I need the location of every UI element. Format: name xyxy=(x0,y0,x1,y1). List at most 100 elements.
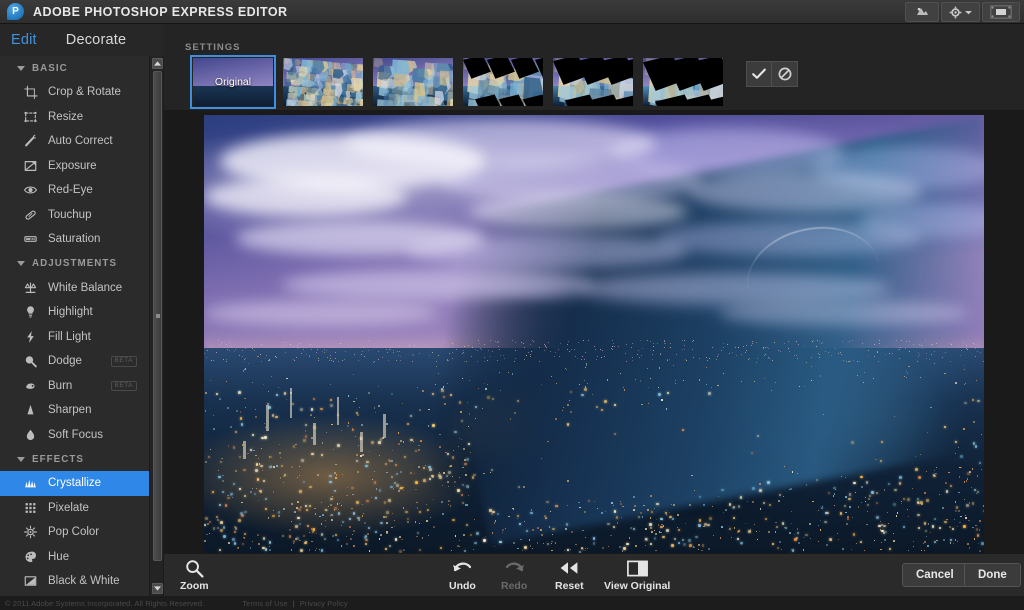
sidebar-item-white-balance[interactable]: White Balance xyxy=(0,276,149,301)
distant-light xyxy=(227,348,228,350)
distant-light xyxy=(669,342,671,344)
sidebar-item-crystallize[interactable]: Crystallize xyxy=(0,471,149,496)
zoom-tool[interactable]: Zoom xyxy=(180,558,209,592)
city-light xyxy=(289,528,292,531)
effect-thumbnail-1[interactable] xyxy=(283,58,363,106)
sidebar-group-label: EFFECTS xyxy=(32,453,84,465)
distant-light xyxy=(491,351,493,352)
distant-light xyxy=(885,345,887,347)
scroll-up-icon[interactable] xyxy=(152,58,163,69)
city-light xyxy=(571,531,573,533)
cancel-button[interactable]: Cancel xyxy=(902,563,968,587)
distant-light xyxy=(867,355,869,357)
burn-icon xyxy=(22,378,39,393)
effect-thumbnail-2[interactable] xyxy=(373,58,453,106)
upload-icon[interactable] xyxy=(905,2,939,22)
city-light xyxy=(826,544,828,547)
city-light xyxy=(337,444,340,447)
view-original-label: View Original xyxy=(604,580,671,592)
sidebar-item-fill-light[interactable]: Fill Light xyxy=(0,325,149,350)
city-light xyxy=(703,503,705,506)
scrollbar-thumb[interactable] xyxy=(153,71,162,561)
sidebar-item-label: Highlight xyxy=(48,306,93,319)
city-light xyxy=(439,446,441,448)
sidebar-item-highlight[interactable]: Highlight xyxy=(0,300,149,325)
distant-light xyxy=(681,349,683,351)
sidebar-item-soft-focus[interactable]: Soft Focus xyxy=(0,423,149,448)
city-light xyxy=(418,449,420,451)
distant-light xyxy=(444,341,445,342)
city-light xyxy=(474,541,477,545)
city-light xyxy=(763,377,766,379)
sidebar-group-effects[interactable]: EFFECTS xyxy=(0,447,149,471)
distant-light xyxy=(818,340,820,342)
city-light xyxy=(432,424,435,427)
city-light xyxy=(432,526,435,528)
city-light xyxy=(301,459,304,462)
distant-light xyxy=(398,345,400,346)
cloud xyxy=(204,299,438,327)
distant-light xyxy=(909,341,910,343)
sidebar-item-hue[interactable]: Hue xyxy=(0,545,149,570)
sidebar-item-auto-correct[interactable]: Auto Correct xyxy=(0,129,149,154)
scroll-down-icon[interactable] xyxy=(152,583,163,594)
city-light xyxy=(584,367,586,368)
distant-light xyxy=(918,343,920,345)
city-light xyxy=(963,383,965,385)
canvas-area xyxy=(164,110,1024,555)
city-light xyxy=(298,466,300,468)
tab-edit[interactable]: Edit xyxy=(11,32,37,48)
effect-thumbnail-5[interactable] xyxy=(643,58,723,106)
city-light xyxy=(485,388,487,390)
distant-light xyxy=(487,350,489,351)
photo-canvas[interactable] xyxy=(204,115,984,555)
distant-light xyxy=(898,348,900,350)
sidebar-item-pixelate[interactable]: Pixelate xyxy=(0,496,149,521)
sidebar-item-resize[interactable]: Resize xyxy=(0,105,149,130)
distant-light xyxy=(483,360,485,362)
sidebar-scrollbar[interactable] xyxy=(149,56,163,596)
fullscreen-icon[interactable] xyxy=(982,2,1020,22)
distant-light xyxy=(777,349,779,351)
effect-thumbnail-4[interactable] xyxy=(553,58,633,106)
sidebar-item-black-white[interactable]: Black & White xyxy=(0,569,149,594)
city-light xyxy=(809,523,811,525)
city-light xyxy=(462,378,463,379)
sidebar-item-pop-color[interactable]: Pop Color xyxy=(0,520,149,545)
distant-light xyxy=(897,346,899,348)
done-button[interactable]: Done xyxy=(964,563,1021,587)
city-light xyxy=(698,379,700,381)
redo-button[interactable]: Redo xyxy=(501,558,527,592)
gear-icon[interactable] xyxy=(941,2,980,22)
confirm-effect-button[interactable] xyxy=(746,61,772,87)
city-light xyxy=(759,489,762,492)
effect-thumbnail-0[interactable]: Original xyxy=(190,55,276,109)
city-light xyxy=(698,495,701,498)
sidebar-item-touchup[interactable]: Touchup xyxy=(0,203,149,228)
sidebar-item-saturation[interactable]: Saturation xyxy=(0,227,149,252)
privacy-policy-link[interactable]: Privacy Policy xyxy=(300,599,348,608)
terms-of-use-link[interactable]: Terms of Use xyxy=(242,599,287,608)
window-controls xyxy=(905,2,1020,22)
city-light xyxy=(295,524,298,528)
distant-light xyxy=(265,357,267,359)
tab-decorate[interactable]: Decorate xyxy=(66,32,126,48)
undo-button[interactable]: Undo xyxy=(449,558,476,592)
view-original-button[interactable]: View Original xyxy=(604,558,670,592)
sidebar-item-exposure[interactable]: Exposure xyxy=(0,154,149,179)
distant-light xyxy=(452,344,454,346)
sidebar-group-basic[interactable]: BASIC xyxy=(0,56,149,80)
sidebar-item-dodge[interactable]: Dodge beta xyxy=(0,349,149,374)
distant-light xyxy=(360,354,362,355)
reset-button[interactable]: Reset xyxy=(555,558,584,592)
sidebar-item-burn[interactable]: Burn beta xyxy=(0,374,149,399)
sidebar-item-sharpen[interactable]: Sharpen xyxy=(0,398,149,423)
title-bar: P ADOBE PHOTOSHOP EXPRESS EDITOR xyxy=(0,0,1024,24)
sidebar-group-adjustments[interactable]: ADJUSTMENTS xyxy=(0,252,149,276)
sidebar-item-red-eye[interactable]: Red-Eye xyxy=(0,178,149,203)
cancel-effect-button[interactable] xyxy=(772,61,798,87)
city-light xyxy=(436,365,438,367)
city-light xyxy=(367,526,370,529)
sidebar-item-crop-rotate[interactable]: Crop & Rotate xyxy=(0,80,149,105)
effect-thumbnail-3[interactable] xyxy=(463,58,543,106)
